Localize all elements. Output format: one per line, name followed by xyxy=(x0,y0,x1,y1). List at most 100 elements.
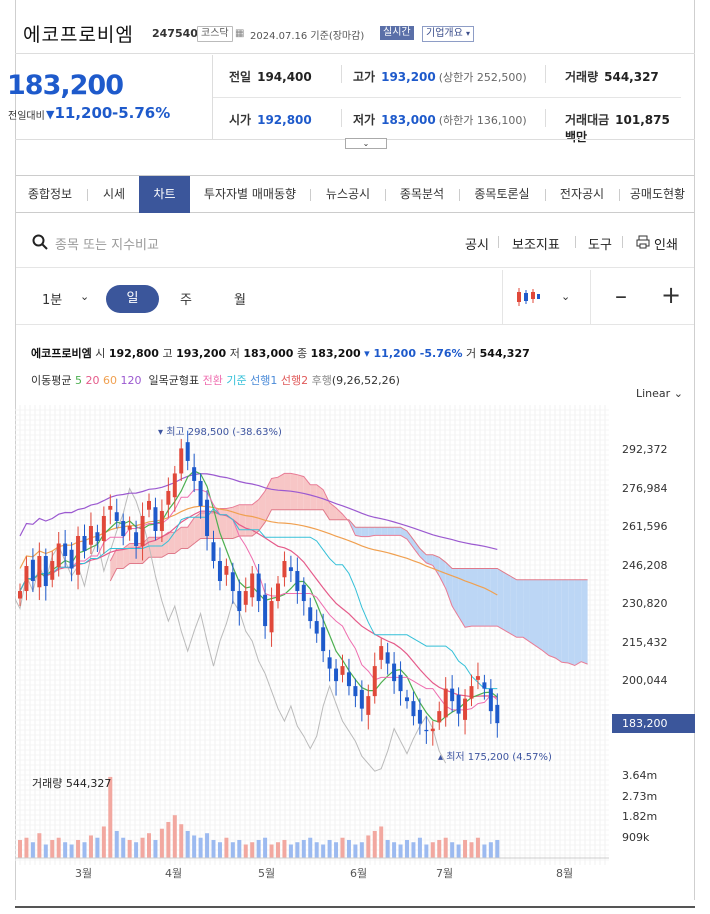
ma60-label: 60 xyxy=(102,374,117,387)
ichimoku-cloud xyxy=(413,539,420,557)
ich-span1-label: 선행1 xyxy=(250,374,278,387)
quote-sep xyxy=(545,109,546,127)
volume-bar xyxy=(276,842,280,858)
period-minute[interactable]: 1분 xyxy=(42,289,62,308)
volume-bar xyxy=(437,839,442,858)
tab-quotes[interactable]: 시세 xyxy=(90,176,138,213)
volume-bar xyxy=(50,839,55,858)
volume-bar xyxy=(334,842,339,858)
candle-body xyxy=(172,473,177,498)
candle-type-icon[interactable] xyxy=(515,286,541,308)
candle-body xyxy=(114,512,119,521)
zoom-out-icon[interactable]: – xyxy=(615,282,627,310)
candle-body xyxy=(308,607,313,622)
candle-body xyxy=(379,646,384,660)
chevron-down-icon: ⌄ xyxy=(362,139,370,148)
quote-high-value: 193,200 xyxy=(381,70,436,84)
candle-body xyxy=(269,601,274,633)
ichimoku-cloud xyxy=(310,484,317,510)
tab-chart[interactable]: 차트 xyxy=(139,176,190,213)
indicator-button[interactable]: 보조지표 xyxy=(512,234,560,253)
ohlc-low-label: 저 xyxy=(229,347,240,360)
corp-info-dropdown[interactable]: 기업개요 ▾ xyxy=(422,26,475,42)
ichimoku-cloud xyxy=(168,532,175,554)
chevron-down-icon[interactable]: ⌄ xyxy=(561,290,570,303)
period-month[interactable]: 월 xyxy=(234,289,246,308)
tools-button[interactable]: 도구 xyxy=(588,234,612,253)
print-icon[interactable] xyxy=(636,235,650,249)
tab-sep xyxy=(545,189,546,201)
quote-open: 시가 192,800 xyxy=(229,111,312,128)
quote-high-label: 고가 xyxy=(353,70,376,84)
ichimoku-cloud xyxy=(432,554,440,577)
quote-low-value: 183,000 xyxy=(381,113,436,127)
ichimoku-cloud xyxy=(477,568,485,627)
stock-name: 에코프로비엠 xyxy=(23,24,134,46)
volume-bar xyxy=(469,842,474,858)
x-tick-label: 6월 xyxy=(350,867,368,880)
volume-bar xyxy=(392,842,397,858)
candle-body xyxy=(353,686,358,697)
volume-bar xyxy=(198,837,203,858)
quote-amount-label: 거래대금 xyxy=(565,113,610,127)
market-badge: 코스닥 xyxy=(197,26,233,42)
x-tick-label: 7월 xyxy=(436,867,454,880)
quote-sep xyxy=(341,109,342,127)
volume-bar xyxy=(263,837,268,858)
candle-body xyxy=(469,686,474,699)
tab-short-selling[interactable]: 공매도현황 xyxy=(621,176,694,213)
period-week[interactable]: 주 xyxy=(180,289,192,308)
tab-overview[interactable]: 종합정보 xyxy=(16,176,84,213)
tab-investor-trading[interactable]: 투자자별 매매동향 xyxy=(192,176,308,213)
quote-sep xyxy=(545,65,546,83)
tab-e-disclosure[interactable]: 전자공시 xyxy=(547,176,617,213)
volume-bar xyxy=(443,837,448,858)
volume-bar xyxy=(24,837,29,858)
volume-tick-label: 1.82m xyxy=(622,810,658,823)
y-tick-label: 246,208 xyxy=(622,558,668,572)
candle-body xyxy=(405,697,409,702)
ohlc-name: 에코프로비엠 xyxy=(31,347,92,360)
volume-bar xyxy=(237,839,242,858)
disclosure-button[interactable]: 공시 xyxy=(465,234,489,253)
expand-toggle[interactable]: ⌄ xyxy=(345,138,387,149)
candle-body xyxy=(211,542,216,562)
ichimoku-cloud xyxy=(568,579,575,666)
print-button[interactable]: 인쇄 xyxy=(654,234,678,253)
price-chart[interactable] xyxy=(15,405,615,865)
candle-body xyxy=(250,573,255,598)
volume-bar xyxy=(346,839,351,858)
ma120-label: 120 xyxy=(120,374,142,387)
search-input[interactable]: 종목 또는 지수비교 xyxy=(55,234,159,253)
scale-dropdown[interactable]: Linear ⌄ xyxy=(636,387,683,400)
y-tick-label: 261,596 xyxy=(622,520,668,533)
candle-body xyxy=(237,591,242,612)
chevron-down-icon[interactable]: ⌄ xyxy=(80,290,89,303)
tab-sep xyxy=(385,189,386,201)
ich-conversion-label: 전환 xyxy=(202,374,223,387)
tab-analysis[interactable]: 종목분석 xyxy=(387,176,457,213)
ichimoku-cloud xyxy=(271,477,278,510)
ichimoku-cloud xyxy=(278,473,285,510)
ichimoku-cloud xyxy=(529,579,536,647)
candle-body xyxy=(108,505,113,510)
candle-body xyxy=(153,507,158,531)
volume-bar xyxy=(121,837,126,858)
quote-high-limit: (상한가 252,500) xyxy=(438,71,527,84)
candle-body xyxy=(88,525,93,545)
search-icon[interactable] xyxy=(32,234,48,250)
volume-bar xyxy=(179,824,184,858)
volume-bar xyxy=(127,839,132,858)
candle-body xyxy=(276,583,280,602)
calendar-icon: ▦ xyxy=(235,28,245,39)
realtime-button[interactable]: 실시간 xyxy=(380,26,414,40)
candle-body xyxy=(437,711,442,723)
ichimoku-cloud xyxy=(245,504,253,536)
ichimoku-cloud xyxy=(555,579,562,663)
tab-discussion[interactable]: 종목토론실 xyxy=(461,176,543,213)
volume-bar xyxy=(417,837,422,858)
period-day[interactable]: 일 xyxy=(106,285,159,313)
ichimoku-cloud xyxy=(497,568,504,630)
zoom-in-icon[interactable]: + xyxy=(661,281,681,309)
tab-news[interactable]: 뉴스공시 xyxy=(313,176,383,213)
